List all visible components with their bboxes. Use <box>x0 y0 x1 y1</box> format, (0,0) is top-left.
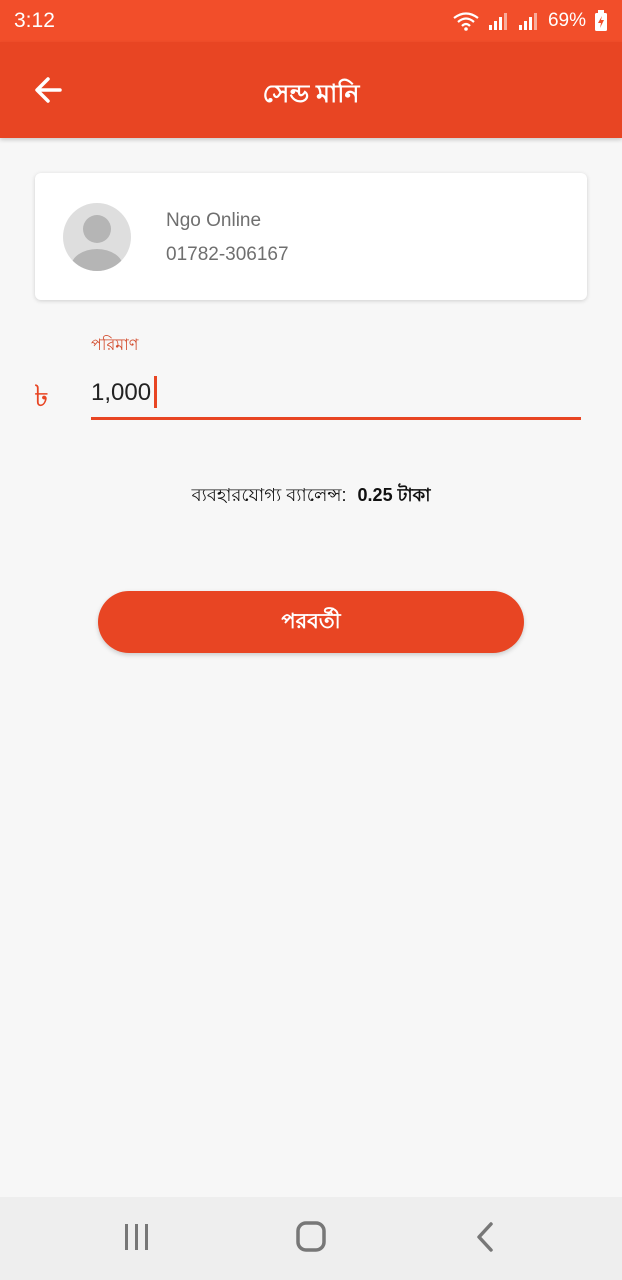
recipient-card: Ngo Online 01782-306167 <box>35 173 587 300</box>
next-button[interactable]: পরবর্তী <box>98 591 524 653</box>
signal-icon <box>518 13 537 30</box>
recent-apps-button[interactable] <box>115 1217 159 1257</box>
page-title: সেন্ড মানি <box>262 80 360 108</box>
home-button[interactable] <box>289 1217 333 1257</box>
user-placeholder-icon <box>71 215 123 271</box>
system-nav-bar <box>0 1197 622 1280</box>
available-balance: ব্যবহারযোগ্য ব্যালেন্স: 0.25 টাকা <box>0 481 622 512</box>
battery-percent: 69% <box>547 10 586 31</box>
app-bar: সেন্ড মানি <box>0 42 622 138</box>
system-back-button[interactable] <box>463 1217 507 1257</box>
avatar <box>63 203 131 271</box>
status-time: 3:12 <box>14 9 55 32</box>
status-bar: 3:12 69% <box>0 0 622 42</box>
taka-currency-icon: ৳ <box>34 380 49 413</box>
balance-value: 0.25 টাকা <box>357 485 431 505</box>
home-icon <box>296 1221 326 1252</box>
recipient-phone: 01782-306167 <box>166 244 289 265</box>
text-cursor <box>154 376 157 408</box>
recent-apps-icon <box>125 1224 148 1250</box>
amount-label: পরিমাণ <box>91 337 139 354</box>
back-icon <box>477 1222 493 1252</box>
amount-input[interactable] <box>91 368 581 420</box>
wifi-icon <box>453 12 479 31</box>
balance-label: ব্যবহারযোগ্য ব্যালেন্স: <box>191 485 347 505</box>
status-icons: 69% <box>452 10 608 32</box>
recipient-name: Ngo Online <box>166 210 262 231</box>
battery-charging-icon <box>595 10 607 31</box>
signal-icon <box>488 13 507 30</box>
